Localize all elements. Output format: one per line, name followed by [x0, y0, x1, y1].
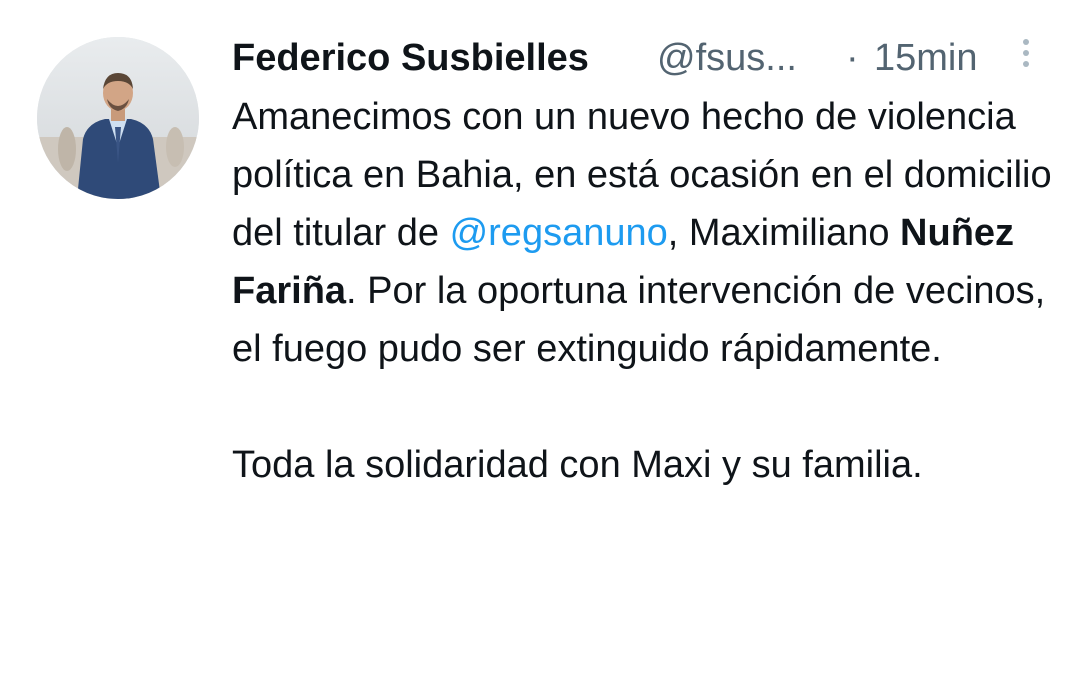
separator-dot: ·: [846, 37, 859, 79]
avatar[interactable]: [37, 37, 199, 199]
tweet-text: Amanecimos con un nuevo hecho de violenc…: [232, 88, 1052, 494]
mention-link[interactable]: @regsanuno: [450, 212, 668, 254]
author-display-name[interactable]: Federico Susbielles: [232, 30, 589, 86]
author-handle[interactable]: @fsus...: [657, 30, 797, 86]
tweet[interactable]: Federico Susbielles @fsus... · 15min Ama…: [0, 0, 1080, 694]
tweet-timestamp[interactable]: 15min: [874, 30, 978, 86]
tweet-paragraph-1: Amanecimos con un nuevo hecho de violenc…: [232, 88, 1052, 378]
text-segment: . Por la oportuna intervención de vecino…: [232, 270, 1046, 370]
text-segment: , Maximiliano: [667, 212, 901, 254]
vertical-dots-icon[interactable]: [1016, 36, 1036, 80]
tweet-paragraph-2: Toda la solidaridad con Maxi y su famili…: [232, 444, 923, 486]
profile-photo-icon: [37, 37, 199, 199]
tweet-header: Federico Susbielles @fsus... · 15min: [232, 30, 1052, 86]
